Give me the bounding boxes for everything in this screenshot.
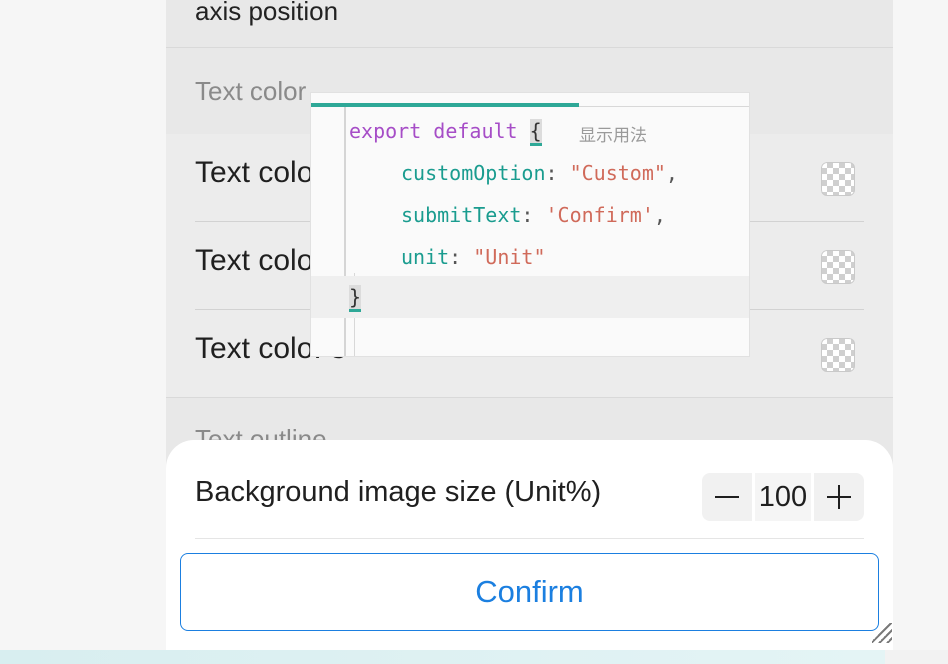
usage-hint: 显示用法 (579, 126, 647, 146)
resize-handle-icon[interactable] (872, 623, 892, 643)
code-trail: , (653, 203, 666, 227)
code-keyword: export default (349, 119, 518, 143)
code-key: unit (401, 245, 450, 269)
code-value: 'Confirm' (545, 203, 654, 227)
size-stepper: 100 (702, 473, 864, 521)
confirm-button[interactable]: Confirm (180, 553, 879, 631)
code-value: "Unit" (473, 245, 546, 269)
text-color-title: Text color (195, 76, 307, 106)
code-gutter (344, 107, 346, 356)
code-line-5: } (349, 285, 362, 312)
axis-position-title: axis position (195, 0, 339, 26)
bottom-sheet: Background image size (Unit%) 100 Confir… (166, 440, 893, 650)
background-image-size-label: Background image size (Unit%) (195, 476, 602, 508)
text-color-label-1: Text colo (195, 156, 314, 189)
section-divider (166, 397, 893, 398)
code-usage-tooltip: export default { 显示用法 customOption: "Cus… (311, 93, 749, 356)
color-swatch-3[interactable] (821, 338, 855, 372)
code-trail: , (665, 161, 678, 185)
code-line-3: submitText: 'Confirm', (401, 203, 666, 227)
code-key: submitText (401, 203, 522, 227)
bottom-strip-right (885, 650, 948, 664)
increment-button[interactable] (814, 473, 864, 521)
sheet-divider (195, 538, 864, 539)
plus-icon-vertical (838, 485, 840, 509)
code-open-brace: { (529, 119, 542, 146)
color-swatch-1[interactable] (821, 162, 855, 196)
bottom-strip (0, 650, 885, 664)
tooltip-accent-bar (311, 103, 579, 107)
tooltip-top-border (579, 106, 749, 107)
code-highlight-line (311, 276, 749, 318)
stepper-value[interactable]: 100 (755, 473, 811, 521)
code-line-4: unit: "Unit" (401, 245, 546, 269)
code-value: "Custom" (569, 161, 666, 185)
color-swatch-2[interactable] (821, 250, 855, 284)
code-close-brace: } (349, 285, 362, 312)
code-key: customOption (401, 161, 546, 185)
decrement-button[interactable] (702, 473, 752, 521)
minus-icon (715, 496, 739, 498)
axis-position-section: axis position (166, 0, 893, 47)
text-color-label-2: Text colo (195, 244, 314, 277)
code-line-1: export default { (349, 119, 542, 146)
code-line-2: customOption: "Custom", (401, 161, 678, 185)
